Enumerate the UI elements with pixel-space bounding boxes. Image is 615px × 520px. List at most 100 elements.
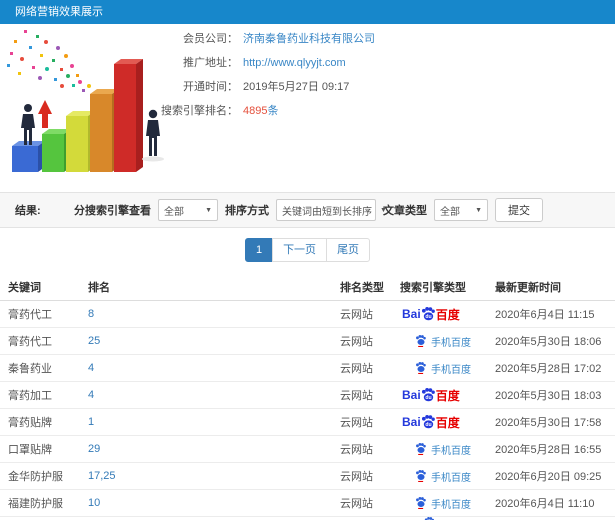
ranking-count-unit: 条 xyxy=(267,105,279,117)
page-1-button[interactable]: 1 xyxy=(244,238,274,262)
chevron-down-icon: ▼ xyxy=(475,206,482,214)
table-row: 金华防护服 17,25 云网站 手机百度 2020年6月20日 09:25 xyxy=(0,463,615,490)
rank-link[interactable]: 1 xyxy=(88,416,94,428)
ranking-table: 关键词 排名 排名类型 搜索引擎类型 最新更新时间 膏药代工 8 云网站 Bai… xyxy=(0,274,615,517)
open-time-value: 2019年5月27日 09:17 xyxy=(243,81,350,93)
rank-link[interactable]: 17,25 xyxy=(88,470,116,482)
engine-cell: 手机百度 xyxy=(400,361,492,376)
baidu-mobile-paw-icon xyxy=(416,470,426,482)
baidu-mobile-paw-icon xyxy=(416,443,426,455)
baidu-logo-du-text: du xyxy=(425,395,431,401)
figure-shadow xyxy=(142,156,164,162)
updated-cell: 2020年5月28日 17:02 xyxy=(495,363,602,375)
rank-link[interactable]: 4 xyxy=(88,362,94,374)
page-title: 网络营销效果展示 xyxy=(15,6,103,18)
baidu-logo: Bai du 百度 xyxy=(402,414,460,431)
baidu-logo-bai-text: Bai xyxy=(402,415,421,429)
updated-cell: 2020年6月4日 11:10 xyxy=(495,498,595,510)
table-row: 福建防护服 10 云网站 手机百度 2020年6月4日 11:10 xyxy=(0,490,615,517)
promo-url-link[interactable]: http://www.qlyyjt.com xyxy=(243,56,346,71)
article-type-label: 文章类型 xyxy=(383,205,427,217)
baidu-logo-bai-text: Bai xyxy=(402,307,421,321)
page-header: 网络营销效果展示 xyxy=(0,0,615,24)
ranking-count-value: 4895条 xyxy=(243,104,278,119)
baidu-mobile-paw-icon xyxy=(416,362,426,374)
baidu-mobile-label: 手机百度 xyxy=(431,364,471,376)
info-row-open-time: 开通时间： 2019年5月27日 09:17 xyxy=(128,80,608,95)
baidu-logo-du-text: du xyxy=(425,422,431,428)
keyword-cell: 膏药代工 xyxy=(8,309,52,321)
engine-filter-label: 分搜索引擎查看 xyxy=(74,205,151,217)
baidu-mobile-paw-icon xyxy=(416,335,426,347)
updated-cell: 2020年5月30日 18:06 xyxy=(495,336,602,348)
table-header-row: 关键词 排名 排名类型 搜索引擎类型 最新更新时间 xyxy=(0,274,615,301)
keyword-cell: 膏药贴牌 xyxy=(8,417,52,429)
baidu-mobile-logo: 手机百度 xyxy=(415,442,471,457)
table-row: 膏药代工 25 云网站 手机百度 2020年5月30日 18:06 xyxy=(0,328,615,355)
rank-type-cell: 云网站 xyxy=(340,417,373,429)
article-type-select[interactable]: 全部 ▼ xyxy=(434,199,488,221)
engine-filter-select[interactable]: 全部 ▼ xyxy=(158,199,218,221)
rank-type-cell: 云网站 xyxy=(340,444,373,456)
baidu-mobile-paw-icon xyxy=(416,497,426,509)
baidu-paw-icon: du xyxy=(421,388,435,402)
baidu-logo-bai-text: Bai xyxy=(402,388,421,402)
chevron-down-icon: ▼ xyxy=(205,206,212,214)
filters-group: 分搜索引擎查看 全部 ▼ 排序方式 关键词由短到长排序 ▼ 文章类型 全部 ▼ … xyxy=(74,198,543,222)
baidu-paw-icon: du xyxy=(421,307,435,321)
rank-link[interactable]: 4 xyxy=(88,389,94,401)
member-info-panel: 会员公司： 济南秦鲁药业科技有限公司 推广地址： http://www.qlyy… xyxy=(128,32,608,128)
up-arrow-icon xyxy=(38,100,52,128)
table-body: 膏药代工 8 云网站 Bai du 百度 2020年6月4日 11:15 膏药代… xyxy=(0,301,615,517)
rank-link[interactable]: 8 xyxy=(88,308,94,320)
company-link[interactable]: 济南秦鲁药业科技有限公司 xyxy=(243,32,375,47)
results-section-label: 结果: xyxy=(15,205,41,217)
baidu-logo-du-text: du xyxy=(425,314,431,320)
info-row-url: 推广地址： http://www.qlyyjt.com xyxy=(128,56,608,71)
promo-url-label: 推广地址： xyxy=(183,57,238,69)
keyword-cell: 膏药加工 xyxy=(8,390,52,402)
rank-type-cell: 云网站 xyxy=(340,498,373,510)
results-filter-bar: 结果: 分搜索引擎查看 全部 ▼ 排序方式 关键词由短到长排序 ▼ 文章类型 全… xyxy=(0,192,615,228)
baidu-paw-icon: du xyxy=(421,415,435,429)
baidu-mobile-label: 手机百度 xyxy=(431,337,471,349)
engine-filter-value: 全部 xyxy=(164,206,184,218)
updated-cell: 2020年5月30日 17:58 xyxy=(495,417,602,429)
rank-link[interactable]: 10 xyxy=(88,497,100,509)
sort-filter-value: 关键词由短到长排序 xyxy=(282,206,372,218)
next-page-button[interactable]: 下一页 xyxy=(272,238,328,262)
last-page-button[interactable]: 尾页 xyxy=(326,238,371,262)
col-header-keyword: 关键词 xyxy=(8,282,41,294)
rank-link[interactable]: 25 xyxy=(88,335,100,347)
baidu-mobile-logo: 手机百度 xyxy=(415,361,471,376)
keyword-cell: 秦鲁药业 xyxy=(8,363,52,375)
info-row-company: 会员公司： 济南秦鲁药业科技有限公司 xyxy=(128,32,608,47)
rank-type-cell: 云网站 xyxy=(340,390,373,402)
updated-cell: 2020年5月28日 16:55 xyxy=(495,444,602,456)
engine-cell: Bai du 百度 xyxy=(400,306,492,323)
rank-link[interactable]: 29 xyxy=(88,443,100,455)
baidu-mobile-label: 手机百度 xyxy=(431,499,471,511)
baidu-logo-cn-text: 百度 xyxy=(435,415,460,430)
company-label: 会员公司： xyxy=(183,33,238,45)
keyword-cell: 福建防护服 xyxy=(8,498,63,510)
baidu-logo-cn-text: 百度 xyxy=(435,388,460,403)
table-row: 膏药贴牌 1 云网站 Bai du 百度 2020年5月30日 17:58 xyxy=(0,409,615,436)
engine-cell: Bai du 百度 xyxy=(400,414,492,431)
baidu-logo: Bai du 百度 xyxy=(402,387,460,404)
pagination: 1 下一页 尾页 xyxy=(0,238,615,262)
table-row: 口罩贴牌 29 云网站 手机百度 2020年5月28日 16:55 xyxy=(0,436,615,463)
table-row: 膏药加工 4 云网站 Bai du 百度 2020年5月30日 18:03 xyxy=(0,382,615,409)
baidu-mobile-label: 手机百度 xyxy=(431,472,471,484)
rank-type-cell: 云网站 xyxy=(340,336,373,348)
sort-filter-select[interactable]: 关键词由短到长排序 ▼ xyxy=(276,199,387,221)
engine-cell: 手机百度 xyxy=(400,442,492,457)
submit-button[interactable]: 提交 xyxy=(495,198,543,222)
ranking-count-number: 4895 xyxy=(243,105,268,117)
col-header-rank: 排名 xyxy=(88,282,110,294)
engine-cell: Bai du 百度 xyxy=(400,387,492,404)
updated-cell: 2020年6月20日 09:25 xyxy=(495,471,602,483)
col-header-updated: 最新更新时间 xyxy=(495,282,561,294)
baidu-mobile-logo: 手机百度 xyxy=(415,496,471,511)
table-row: 秦鲁药业 4 云网站 手机百度 2020年5月28日 17:02 xyxy=(0,355,615,382)
